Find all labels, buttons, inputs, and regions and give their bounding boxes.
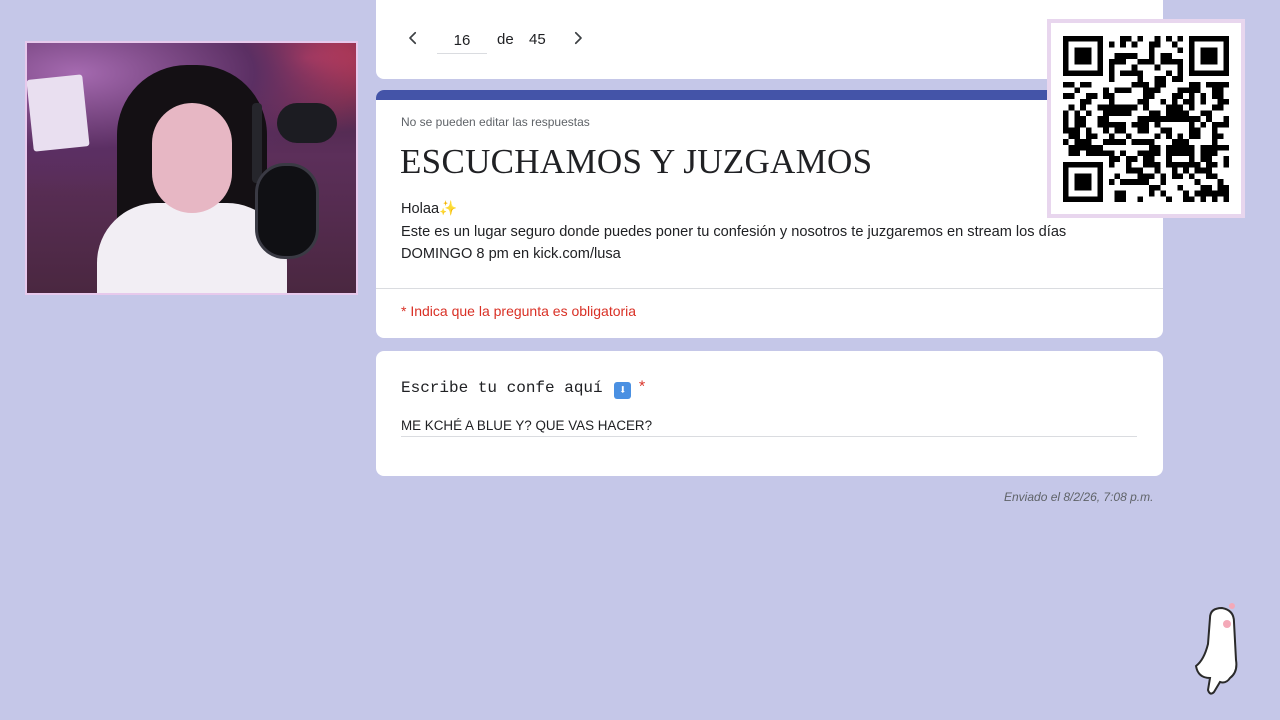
answer-field[interactable]: ME KCHÉ A BLUE Y? QUE VAS HACER? (401, 418, 1137, 437)
description-line: Holaa✨ (401, 201, 458, 217)
down-arrow-icon: ⬇ (614, 382, 632, 399)
microphone (255, 163, 319, 259)
page-of-label: de (497, 31, 514, 48)
streamer-face (152, 103, 232, 213)
submitted-timestamp: Enviado el 8/2/26, 7:08 p.m. (1004, 490, 1154, 504)
form-title: ESCUCHAMOS Y JUZGAMOS (400, 142, 873, 181)
headset (277, 103, 337, 143)
required-star: * (637, 379, 647, 397)
header-accent-bar (376, 90, 1163, 100)
prev-response-button[interactable] (401, 26, 425, 50)
required-note: * Indica que la pregunta es obligatoria (401, 303, 637, 319)
next-response-button[interactable] (566, 26, 590, 50)
chevron-right-icon (574, 31, 582, 45)
qr-code-icon (1063, 35, 1229, 202)
description-line: DOMINGO 8 pm en kick.com/lusa (401, 246, 621, 262)
chevron-left-icon (409, 31, 417, 45)
qr-code-overlay (1047, 19, 1245, 218)
ghost-mascot-icon (1194, 603, 1238, 695)
edit-notice: No se pueden editar las respuestas (401, 115, 590, 129)
response-nav-card: de 45 (376, 0, 1163, 79)
page-total: 45 (529, 31, 546, 48)
header-divider (376, 288, 1163, 289)
question-title: Escribe tu confe aquí ⬇ * (401, 379, 647, 399)
wall-sign (27, 74, 90, 152)
question-card: Escribe tu confe aquí ⬇ * ME KCHÉ A BLUE … (376, 351, 1163, 476)
webcam-overlay (25, 41, 358, 295)
question-label: Escribe tu confe aquí (401, 379, 603, 397)
form-header-card: No se pueden editar las respuestas ESCUC… (376, 90, 1163, 338)
description-line: Este es un lugar seguro donde puedes pon… (401, 223, 1067, 240)
form-description: Holaa✨ Este es un lugar seguro donde pue… (401, 198, 1121, 266)
page-number-input[interactable] (437, 27, 487, 54)
mic-arm (252, 103, 262, 183)
